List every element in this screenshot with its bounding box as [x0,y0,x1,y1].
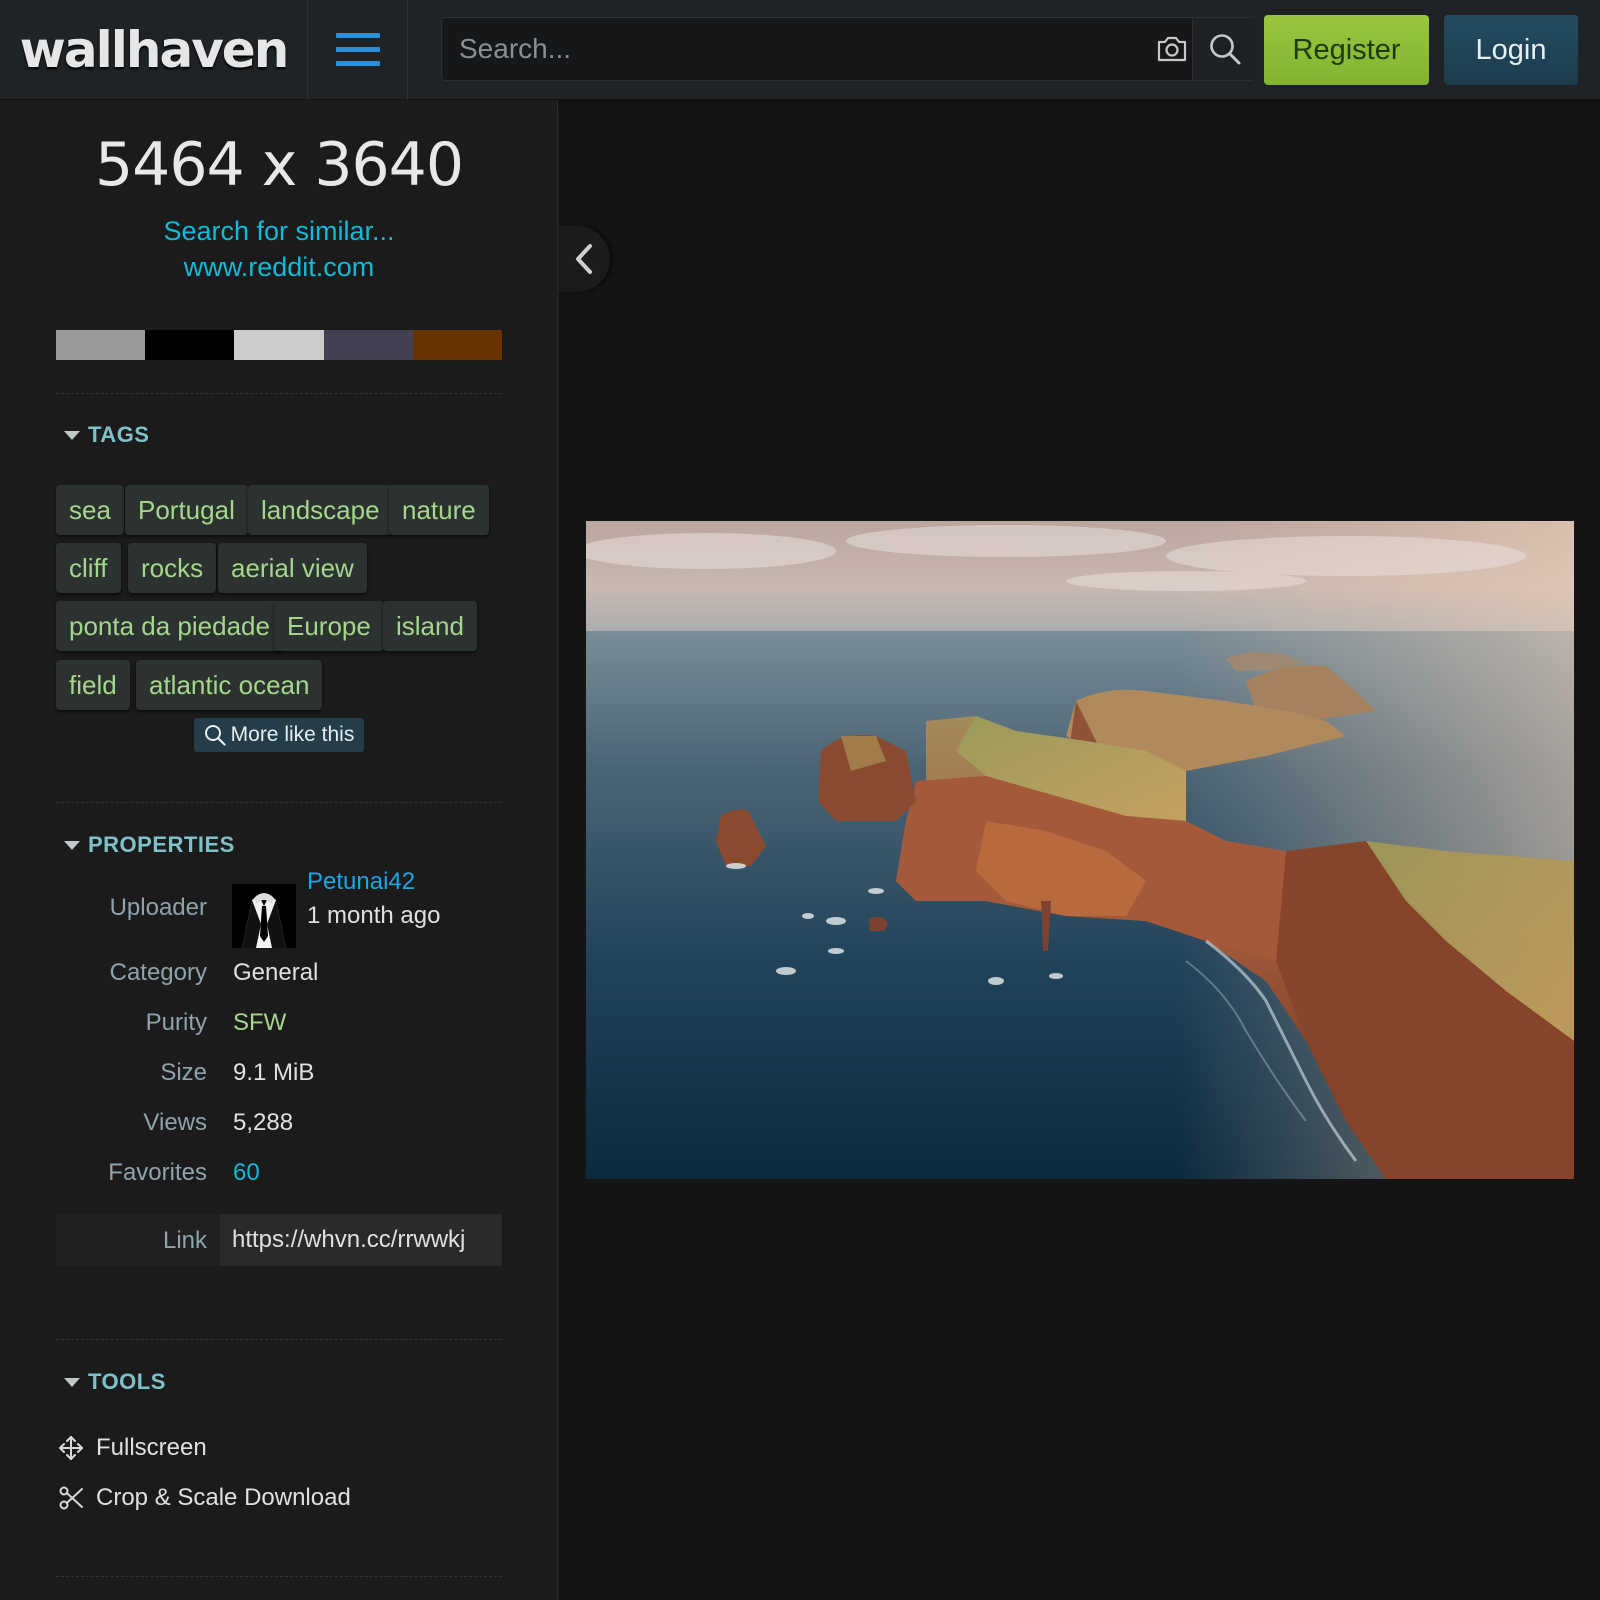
uploader-avatar[interactable] [232,884,296,948]
link-label: Link [162,1227,207,1254]
upload-time: 1 month ago [307,902,441,929]
properties-section-title: PROPERTIES [88,832,235,857]
uploader-username-link[interactable]: Petunai42 [307,868,415,896]
palette-swatch[interactable] [145,330,235,360]
tag-chip[interactable]: Portugal [125,485,248,535]
crop-scale-download-label: Crop & Scale Download [96,1484,351,1511]
tag-chip[interactable]: sea [56,485,124,535]
palette-swatch[interactable] [412,330,503,360]
chevron-left-icon [576,244,592,274]
palette-swatch[interactable] [323,330,413,360]
tag-chip[interactable]: island [383,601,477,651]
category-label: Category [109,959,207,986]
search-button[interactable] [1192,18,1256,80]
collapse-sidebar-button[interactable] [558,226,610,292]
color-palette [56,330,503,360]
views-value: 5,288 [233,1109,294,1136]
properties-section-toggle[interactable]: PROPERTIES [64,832,235,858]
menu-button[interactable] [308,0,408,100]
tag-chip[interactable]: Europe [274,601,384,651]
category-value: General [233,959,319,986]
uploader-label: Uploader [109,894,207,921]
wallpaper-image[interactable] [586,521,1574,1179]
size-value: 9.1 MiB [233,1059,315,1086]
site-header: wallhaven Register Login [0,0,1600,100]
more-like-this-button[interactable]: More like this [194,718,364,752]
scissors-icon [59,1486,83,1510]
purity-value: SFW [233,1009,287,1036]
section-divider [56,1339,502,1340]
tag-chip[interactable]: atlantic ocean [136,660,323,710]
more-like-this-label: More like this [230,723,355,746]
palette-swatch[interactable] [234,330,324,360]
search-similar-link[interactable]: Search for similar... [0,216,558,247]
tag-chip[interactable]: nature [389,485,489,535]
palette-swatch[interactable] [56,330,146,360]
section-divider [56,393,502,394]
wallpaper-artwork [586,521,1574,1179]
purity-label: Purity [145,1009,207,1036]
size-label: Size [160,1059,207,1086]
caret-down-icon [64,1377,80,1387]
search-icon [1209,34,1240,65]
section-divider [56,802,502,803]
wallpaper-info-sidebar: 5464 x 3640 Search for similar... www.re… [0,100,558,1600]
caret-down-icon [64,430,80,440]
tags-section-toggle[interactable]: TAGS [64,422,149,448]
tag-chip[interactable]: landscape [248,485,393,535]
fullscreen-button[interactable]: Fullscreen [58,1434,207,1462]
site-logo[interactable]: wallhaven [0,0,308,100]
search-input[interactable] [442,18,1122,80]
logo-text: wallhaven [19,21,290,79]
tools-section-toggle[interactable]: TOOLS [64,1369,166,1395]
favorites-label: Favorites [108,1159,207,1186]
login-button[interactable]: Login [1444,15,1578,85]
caret-down-icon [64,840,80,850]
tag-chip[interactable]: field [56,660,130,710]
tag-chip[interactable]: rocks [128,543,217,593]
tags-section-title: TAGS [88,422,150,447]
source-link[interactable]: www.reddit.com [0,252,558,283]
tag-chip[interactable]: ponta da piedade [56,601,283,651]
favorites-count-link[interactable]: 60 [233,1159,260,1187]
search-bar [441,17,1256,81]
search-icon [204,725,226,746]
camera-icon [1157,36,1187,62]
register-button[interactable]: Register [1264,15,1429,85]
crop-scale-download-button[interactable]: Crop & Scale Download [58,1484,351,1512]
tools-section-title: TOOLS [88,1369,166,1394]
avatar-image [232,884,296,948]
views-label: Views [143,1109,207,1136]
section-divider [56,1576,502,1577]
tag-chip[interactable]: aerial view [218,543,367,593]
fullscreen-label: Fullscreen [96,1434,207,1461]
tag-chip[interactable]: cliff [56,543,121,593]
hamburger-menu-icon [335,33,380,66]
wallpaper-resolution[interactable]: 5464 x 3640 [0,130,558,200]
move-arrows-icon [59,1436,83,1460]
short-link-field[interactable]: https://whvn.cc/rrwwkj [220,1214,502,1266]
